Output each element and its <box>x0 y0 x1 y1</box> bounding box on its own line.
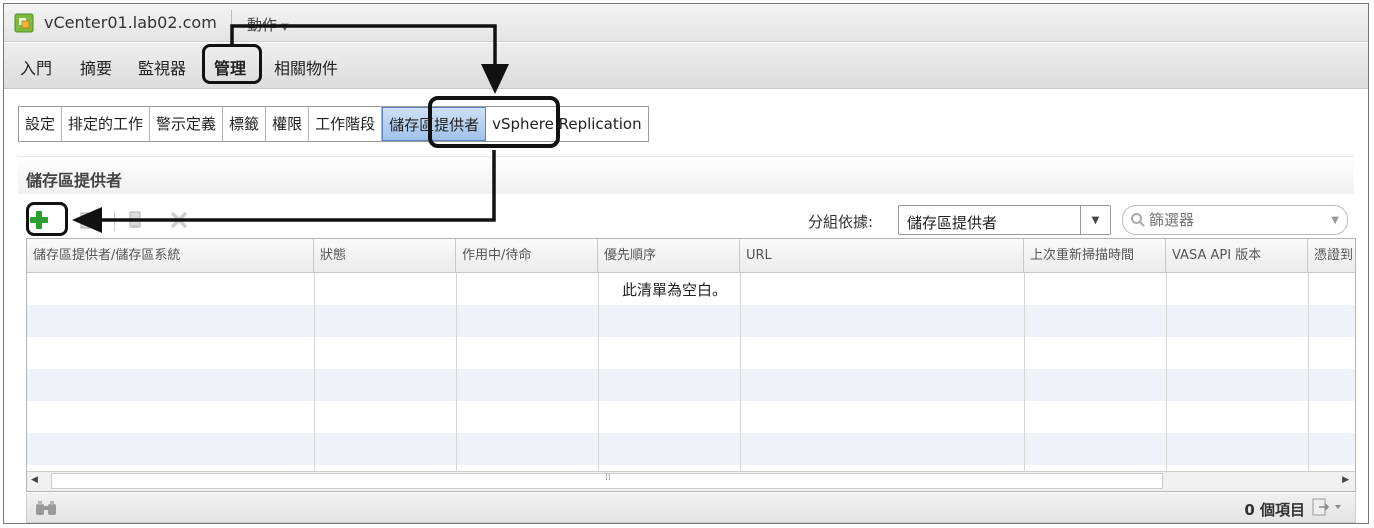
table-row <box>27 369 1355 401</box>
column-divider <box>740 273 741 473</box>
tab-manage[interactable]: 管理 <box>214 55 246 79</box>
column-divider <box>1024 273 1025 473</box>
search-icon <box>1131 213 1145 227</box>
manage-subtab-bar: 設定 排定的工作 警示定義 標籤 權限 工作階段 儲存區提供者 vSphere … <box>18 106 649 142</box>
column-divider <box>598 273 599 473</box>
object-title: vCenter01.lab02.com <box>44 13 217 32</box>
scroll-left-icon[interactable]: ◀ <box>31 475 38 485</box>
group-by-label: 分組依據: <box>808 213 874 231</box>
group-by-select[interactable]: 儲存區提供者 ▼ <box>898 205 1111 235</box>
subtab-alarm-definitions[interactable]: 警示定義 <box>150 107 224 141</box>
grid-toolbar: 分組依據: 儲存區提供者 ▼ ▼ <box>26 205 1356 237</box>
vsphere-web-client-panel: vCenter01.lab02.com 動作 ▼ 入門 摘要 監視器 管理 相關物… <box>3 3 1369 524</box>
main-tab-bar: 入門 摘要 監視器 管理 相關物件 <box>4 43 1368 89</box>
table-row <box>27 433 1355 465</box>
subtab-vsphere-replication[interactable]: vSphere Replication <box>486 107 648 141</box>
remove-button[interactable] <box>166 207 192 233</box>
export-icon[interactable] <box>1311 498 1343 516</box>
column-divider <box>314 273 315 473</box>
item-count: 0 個項目 <box>1244 501 1305 519</box>
column-header-certificate-expiry[interactable]: 憑證到 <box>1308 239 1355 273</box>
subtab-tags[interactable]: 標籤 <box>223 107 267 141</box>
title-divider <box>231 10 232 36</box>
grid-header: 儲存區提供者/儲存區系統 狀態 作用中/待命 優先順序 URL 上次重新掃描時間… <box>27 239 1355 273</box>
column-header-last-rescan[interactable]: 上次重新掃描時間 <box>1024 239 1166 273</box>
column-divider <box>1308 273 1309 473</box>
table-row <box>27 401 1355 433</box>
table-row <box>27 305 1355 337</box>
actions-menu[interactable]: 動作 ▼ <box>247 14 289 35</box>
column-header-active-standby[interactable]: 作用中/待命 <box>456 239 598 273</box>
tab-related-objects[interactable]: 相關物件 <box>274 55 338 79</box>
group-by-value: 儲存區提供者 <box>907 214 998 232</box>
storage-providers-grid: 儲存區提供者/儲存區系統 狀態 作用中/待命 優先順序 URL 上次重新掃描時間… <box>26 238 1356 492</box>
column-header-url[interactable]: URL <box>740 239 1024 273</box>
column-divider <box>1166 273 1167 473</box>
tab-monitor[interactable]: 監視器 <box>138 55 186 79</box>
chevron-down-icon: ▼ <box>281 22 289 33</box>
section-header: 儲存區提供者 <box>18 156 1354 194</box>
column-header-vasa-api-version[interactable]: VASA API 版本 <box>1166 239 1308 273</box>
actions-menu-label: 動作 <box>247 16 278 34</box>
title-bar: vCenter01.lab02.com 動作 ▼ <box>4 4 1368 42</box>
horizontal-scrollbar[interactable]: ◀ ⁞⁞ ▶ <box>27 471 1355 491</box>
column-header-priority[interactable]: 優先順序 <box>598 239 740 273</box>
tab-summary[interactable]: 摘要 <box>80 55 112 79</box>
grid-footer: 0 個項目 <box>26 493 1356 523</box>
edit-icon <box>80 212 96 229</box>
vcenter-icon <box>14 13 34 33</box>
section-title: 儲存區提供者 <box>26 171 123 190</box>
grip-icon: ⁞⁞ <box>605 473 611 483</box>
column-header-status[interactable]: 狀態 <box>314 239 456 273</box>
copy-icon <box>129 211 141 228</box>
toolbar-divider <box>114 211 115 231</box>
subtab-permissions[interactable]: 權限 <box>266 107 310 141</box>
delete-icon <box>171 212 187 228</box>
chevron-down-icon[interactable]: ▼ <box>1331 215 1339 226</box>
filter-input[interactable] <box>1149 210 1319 230</box>
table-row <box>27 337 1355 369</box>
chevron-down-icon[interactable]: ▼ <box>1080 206 1110 234</box>
filter-box[interactable]: ▼ <box>1122 205 1348 235</box>
empty-list-message: 此清單為空白。 <box>622 281 728 299</box>
scroll-right-icon[interactable]: ▶ <box>1342 475 1349 485</box>
edit-button[interactable] <box>76 207 102 233</box>
column-divider <box>456 273 457 473</box>
subtab-storage-providers[interactable]: 儲存區提供者 <box>382 107 487 141</box>
copy-button[interactable] <box>122 207 148 233</box>
add-storage-provider-button[interactable] <box>26 207 52 233</box>
subtab-scheduled-tasks[interactable]: 排定的工作 <box>62 107 151 141</box>
tab-getting-started[interactable]: 入門 <box>20 55 52 79</box>
column-header-provider[interactable]: 儲存區提供者/儲存區系統 <box>27 239 314 273</box>
binoculars-icon[interactable] <box>35 500 57 516</box>
subtab-sessions[interactable]: 工作階段 <box>309 107 383 141</box>
subtab-settings[interactable]: 設定 <box>19 107 63 141</box>
plus-icon <box>30 211 48 229</box>
